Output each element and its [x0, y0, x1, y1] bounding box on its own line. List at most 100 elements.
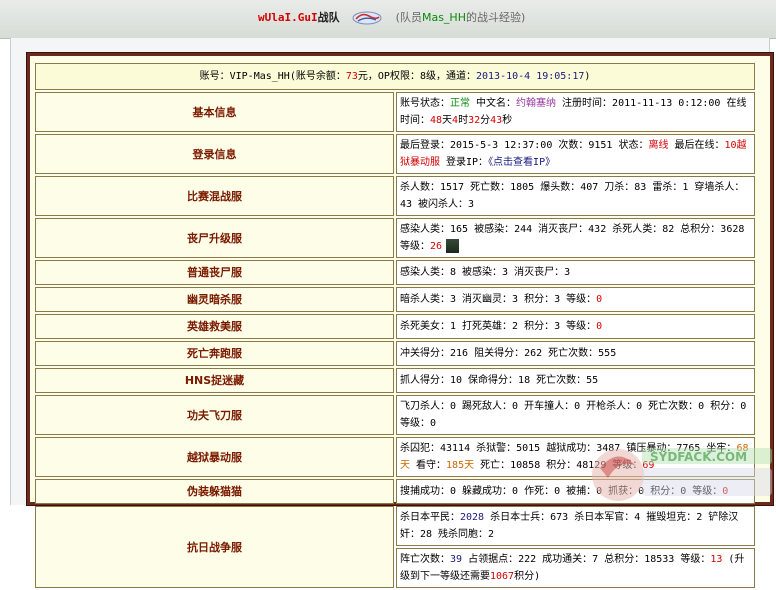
war-deaths: 39: [450, 554, 463, 565]
cn-name-label: 中文名：: [470, 98, 517, 109]
header-subtitle: (队员Mas_HH的战斗经验): [396, 11, 526, 24]
team-suffix: 战队: [317, 11, 340, 24]
war-civilians: 2028: [460, 512, 485, 523]
match-server-label: 比赛混战服: [35, 176, 394, 216]
ghost-level: 0: [596, 294, 603, 305]
zombie-stats: 感染人类：8 被感染：3 消灭丧尸：3: [396, 260, 755, 285]
unit-hour: 时: [458, 115, 469, 126]
ghost-row: 幽灵暗杀服 暗杀人类：3 消灭幽灵：3 积分：3 等级：0: [35, 287, 755, 312]
hero-label: 英雄救美服: [35, 314, 394, 339]
jail-stats-2: 死亡：10858 积分：48129 等级：: [474, 460, 643, 471]
hero-row: 英雄救美服 杀死美女：1 打死英雄：2 积分：3 等级：0: [35, 314, 755, 339]
member-name: Mas_HH: [421, 11, 466, 24]
match-server-row: 比赛混战服 杀人数：1517 死亡数：1805 爆头数：407 刀杀：83 雷杀…: [35, 176, 755, 216]
hide-stats: 搜捕成功：0 躲藏成功：0 作死：0 被捕：0 抓获：0 积分：0 等级：: [400, 486, 723, 497]
account-close: ): [584, 71, 591, 82]
content-panel: 账号：VIP-Mas_HH(账号余额：73元，OP权限：8级，通道：2013-1…: [10, 38, 774, 588]
team-title: wUlaI.GuI战队 (队员Mas_HH的战斗经验): [258, 9, 525, 29]
hide-row: 伪装躲猫猫 搜捕成功：0 躲藏成功：0 作死：0 被捕：0 抓获：0 积分：0 …: [35, 479, 755, 504]
zombie-label: 普通丧尸服: [35, 260, 394, 285]
account-label: 账号：: [199, 71, 230, 82]
guard-days: 185天: [446, 460, 475, 471]
match-server-stats: 杀人数：1517 死亡数：1805 爆头数：407 刀杀：83 雷杀：1 穿墙杀…: [396, 176, 755, 216]
unit-second: 秒: [502, 115, 513, 126]
cn-name: 约翰塞纳: [516, 98, 557, 109]
login-status: 离线: [648, 140, 669, 151]
channel-time: 2013-10-4 19:05:17: [475, 71, 585, 82]
war-row-1: 抗日战争服 杀日本平民：2028 杀日本士兵：673 杀日本军官：4 摧毁坦克：…: [35, 506, 755, 588]
login-ip-label: 登录IP：: [440, 157, 489, 168]
account-balance: 73: [345, 71, 358, 82]
jail-stats-1: 杀囚犯：43114 杀狱警：5015 越狱成功：3487 镇压暴动：7765 坐…: [400, 443, 737, 454]
last-online-label: 最后在线：: [668, 140, 725, 151]
hns-stats: 抓人得分：10 保命得分：18 死亡次数：55: [396, 368, 755, 393]
jail-value: 杀囚犯：43114 杀狱警：5015 越狱成功：3487 镇压暴动：7765 坐…: [396, 437, 755, 477]
war-points-unit: 积分): [514, 571, 541, 582]
war-civilian-label: 杀日本平民：: [400, 512, 460, 523]
rank-avatar-icon: [446, 239, 460, 253]
kungfu-stats: 飞刀杀人：0 踢死敌人：0 开车撞人：0 开枪杀人：0 死亡次数：0 积分：0 …: [396, 395, 755, 435]
account-id: VIP-Mas_HH: [229, 71, 290, 82]
team-name: wUlaI.GuI: [258, 11, 318, 24]
ghost-value: 暗杀人类：3 消灭幽灵：3 积分：3 等级：0: [396, 287, 755, 312]
zombie-row: 普通丧尸服 感染人类：8 被感染：3 消灭丧尸：3: [35, 260, 755, 285]
subtitle-close: 的战斗经验): [465, 11, 526, 24]
channel-label: 级，通道：: [425, 71, 476, 82]
basic-info-value: 账号状态：正常 中文名：约翰塞纳 注册时间：2011-11-13 0:12:00…: [396, 92, 755, 132]
guard-label: 看守：: [410, 460, 447, 471]
hero-level: 0: [596, 321, 603, 332]
subtitle-open: (队员: [395, 11, 422, 24]
hns-label: HNS捉迷藏: [35, 368, 394, 393]
deathrun-label: 死亡奔跑服: [35, 341, 394, 366]
hide-label: 伪装躲猫猫: [35, 479, 394, 504]
view-ip-link[interactable]: 《点击查看IP》: [488, 157, 555, 168]
hide-value: 搜捕成功：0 躲藏成功：0 作死：0 被捕：0 抓获：0 积分：0 等级：0: [396, 479, 755, 504]
basic-status-label: 账号状态：: [400, 98, 450, 109]
op-label: 元，OP权限：: [357, 71, 420, 82]
login-info-row: 登录信息 最后登录：2015-5-3 12:37:00 次数：9151 状态：离…: [35, 134, 755, 174]
war-label: 抗日战争服: [35, 506, 394, 588]
stats-board-inner: 账号：VIP-Mas_HH(账号余额：73元，OP权限：8级，通道：2013-1…: [30, 56, 770, 588]
kungfu-label: 功夫飞刀服: [35, 395, 394, 435]
ghost-stats: 暗杀人类：3 消灭幽灵：3 积分：3 等级：: [400, 294, 597, 305]
login-info-label: 登录信息: [35, 134, 394, 174]
zombie-level-row: 丧尸升级服 感染人类：165 被感染：244 消灭丧尸：432 杀死人类：82 …: [35, 218, 755, 258]
online-minutes: 32: [468, 115, 481, 126]
kungfu-row: 功夫飞刀服 飞刀杀人：0 踢死敌人：0 开车撞人：0 开枪杀人：0 死亡次数：0…: [35, 395, 755, 435]
stats-board: 账号：VIP-Mas_HH(账号余额：73元，OP权限：8级，通道：2013-1…: [26, 52, 774, 588]
war-value-1: 杀日本平民：2028 杀日本士兵：673 杀日本军官：4 摧毁坦克：2 铲除汉奸…: [396, 506, 755, 546]
war-stats-2: 占领据点：222 成功通关：7 总积分：18533 等级：: [462, 554, 711, 565]
online-seconds: 43: [490, 115, 503, 126]
deathrun-stats: 冲关得分：216 阻关得分：262 死亡次数：555: [396, 341, 755, 366]
login-info-value: 最后登录：2015-5-3 12:37:00 次数：9151 状态：离线 最后在…: [396, 134, 755, 174]
account-row: 账号：VIP-Mas_HH(账号余额：73元，OP权限：8级，通道：2013-1…: [35, 63, 755, 90]
jail-label: 越狱暴动服: [35, 437, 394, 477]
jail-row: 越狱暴动服 杀囚犯：43114 杀狱警：5015 越狱成功：3487 镇压暴动：…: [35, 437, 755, 477]
zombie-level-label: 丧尸升级服: [35, 218, 394, 258]
ghost-label: 幽灵暗杀服: [35, 287, 394, 312]
hide-level: 0: [722, 486, 729, 497]
balance-label: (账号余额：: [289, 71, 346, 82]
account-status: 正常: [450, 98, 470, 109]
zombie-level-value: 感染人类：165 被感染：244 消灭丧尸：432 杀死人类：82 总积分：36…: [396, 218, 755, 258]
hero-stats: 杀死美女：1 打死英雄：2 积分：3 等级：: [400, 321, 597, 332]
basic-info-row: 基本信息 账号状态：正常 中文名：约翰塞纳 注册时间：2011-11-13 0:…: [35, 92, 755, 132]
unit-minute: 分: [480, 115, 491, 126]
unit-day: 天: [442, 115, 453, 126]
login-stats-text: 最后登录：2015-5-3 12:37:00 次数：9151 状态：: [400, 140, 649, 151]
deathrun-row: 死亡奔跑服 冲关得分：216 阻关得分：262 死亡次数：555: [35, 341, 755, 366]
war-points-needed: 1067: [490, 571, 515, 582]
jail-level: 69: [642, 460, 655, 471]
war-value-2: 阵亡次数：39 占领据点：222 成功通关：7 总积分：18533 等级：13 …: [396, 548, 755, 588]
page-header: wUlaI.GuI战队 (队员Mas_HH的战斗经验): [0, 0, 776, 39]
war-level: 13: [710, 554, 723, 565]
stats-table: 账号：VIP-Mas_HH(账号余额：73元，OP权限：8级，通道：2013-1…: [33, 61, 757, 590]
hero-value: 杀死美女：1 打死英雄：2 积分：3 等级：0: [396, 314, 755, 339]
war-deaths-label: 阵亡次数：: [400, 554, 450, 565]
basic-info-label: 基本信息: [35, 92, 394, 132]
hns-row: HNS捉迷藏 抓人得分：10 保命得分：18 死亡次数：55: [35, 368, 755, 393]
team-logo-icon: [352, 11, 382, 25]
online-days: 48: [430, 115, 443, 126]
zombie-level-number: 26: [430, 241, 443, 252]
account-info: 账号：VIP-Mas_HH(账号余额：73元，OP权限：8级，通道：2013-1…: [35, 63, 755, 90]
